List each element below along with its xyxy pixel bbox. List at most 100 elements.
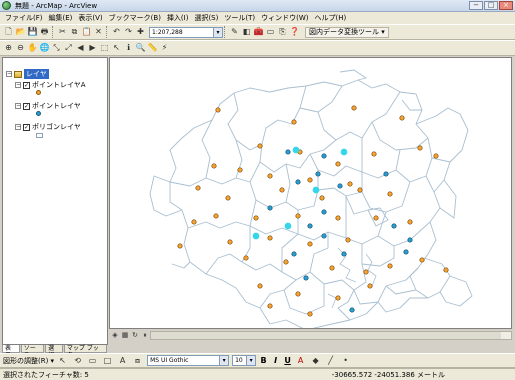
pause-drawing-icon[interactable]: ⏸ <box>141 331 149 339</box>
select-features-icon[interactable]: ⬚ <box>99 43 110 54</box>
fixed-zoom-out-icon[interactable]: ⤢ <box>63 43 74 54</box>
undo-icon[interactable]: ↶ <box>111 27 122 38</box>
find-icon[interactable]: 🔍 <box>135 43 146 54</box>
orange-point-feature[interactable] <box>191 219 197 225</box>
layer-symbol-row[interactable] <box>36 90 41 95</box>
copy-icon[interactable]: ⧉ <box>69 27 80 38</box>
orange-point-feature[interactable] <box>227 239 233 245</box>
close-button[interactable]: × <box>499 1 513 10</box>
underline-button[interactable]: U <box>283 356 292 365</box>
orange-point-feature[interactable] <box>419 257 425 263</box>
orange-point-feature[interactable] <box>433 153 439 159</box>
blue-point-feature[interactable] <box>321 209 327 215</box>
collapse-icon[interactable]: − <box>15 82 21 88</box>
chevron-down-icon[interactable]: ▾ <box>246 356 256 365</box>
menu-view[interactable]: 表示(V) <box>78 13 102 23</box>
orange-point-feature[interactable] <box>387 263 393 269</box>
zoom-in-icon[interactable]: ⊕ <box>3 43 14 54</box>
add-data-icon[interactable]: ✚ <box>135 27 146 38</box>
identify-icon[interactable]: ℹ <box>123 43 134 54</box>
orange-point-feature[interactable] <box>177 243 183 249</box>
text-icon[interactable]: A <box>117 355 128 366</box>
orange-point-feature[interactable] <box>335 161 341 167</box>
orange-point-feature[interactable] <box>211 163 217 169</box>
selected-point-feature[interactable] <box>284 222 292 230</box>
orange-point-feature[interactable] <box>225 195 231 201</box>
tab-selection[interactable]: 選択 <box>45 345 63 359</box>
blue-point-feature[interactable] <box>383 171 389 177</box>
edit-vertices-icon[interactable]: ⧈ <box>132 355 143 366</box>
select-elements-icon[interactable]: ↖ <box>111 43 122 54</box>
pan-icon[interactable]: ✋ <box>27 43 38 54</box>
collapse-icon[interactable]: − <box>15 103 21 109</box>
new-document-icon[interactable]: 🗋 <box>3 27 14 38</box>
menu-edit[interactable]: 編集(E) <box>49 13 73 23</box>
blue-point-feature[interactable] <box>341 251 347 257</box>
orange-point-feature[interactable] <box>307 177 313 183</box>
collapse-icon[interactable]: − <box>15 124 21 130</box>
whats-this-icon[interactable]: ❓ <box>289 27 300 38</box>
blue-point-feature[interactable] <box>337 183 343 189</box>
selected-point-feature[interactable] <box>292 146 300 154</box>
bold-button[interactable]: B <box>259 356 268 365</box>
blue-point-feature[interactable] <box>295 179 301 185</box>
blue-point-feature[interactable] <box>303 275 309 281</box>
catalog-icon[interactable]: ◧ <box>241 27 252 38</box>
blue-point-symbol-icon[interactable] <box>36 111 41 116</box>
orange-point-feature[interactable] <box>291 119 297 125</box>
menu-file[interactable]: ファイル(F) <box>5 13 43 23</box>
orange-point-feature[interactable] <box>267 173 273 179</box>
layer-name[interactable]: ポリゴンレイヤ <box>32 122 81 132</box>
orange-point-feature[interactable] <box>407 219 413 225</box>
orange-point-feature[interactable] <box>213 213 219 219</box>
blue-point-feature[interactable] <box>407 237 413 243</box>
layer-visibility-checkbox[interactable]: ✓ <box>23 123 30 131</box>
rectangle-icon[interactable]: □ <box>102 355 113 366</box>
menu-tools[interactable]: ツール(T) <box>224 13 255 23</box>
horizontal-scrollbar[interactable] <box>150 331 512 340</box>
font-size-combo[interactable]: 10 ▾ <box>232 355 257 366</box>
layer-visibility-checkbox[interactable]: ✓ <box>23 81 30 89</box>
polygon-symbol-icon[interactable] <box>36 133 43 138</box>
orange-point-feature[interactable] <box>279 187 285 193</box>
orange-point-feature[interactable] <box>329 265 335 271</box>
open-folder-icon[interactable]: 📂 <box>15 27 26 38</box>
georeferencing-tool-dropdown[interactable]: 図内データ変換ツール ▾ <box>305 26 389 38</box>
editor-icon[interactable]: ✎ <box>229 27 240 38</box>
data-frame-label[interactable]: レイヤ <box>24 69 49 79</box>
paste-icon[interactable]: 📋 <box>81 27 92 38</box>
orange-point-feature[interactable] <box>373 215 379 221</box>
orange-point-feature[interactable] <box>319 195 325 201</box>
orange-point-feature[interactable] <box>295 213 301 219</box>
drawing-menu[interactable]: 図形の調整(R) ▾ <box>3 356 54 366</box>
italic-button[interactable]: I <box>271 356 280 365</box>
blue-point-feature[interactable] <box>349 307 355 313</box>
blue-point-feature[interactable] <box>307 223 313 229</box>
hyperlink-icon[interactable]: ⚡ <box>159 43 170 54</box>
layer-symbol-row[interactable] <box>36 111 41 116</box>
line-color-icon[interactable]: ╱ <box>325 355 336 366</box>
blue-point-feature[interactable] <box>391 223 397 229</box>
blue-point-feature[interactable] <box>321 153 327 159</box>
orange-point-feature[interactable] <box>335 215 341 221</box>
orange-point-feature[interactable] <box>335 295 341 301</box>
toc-root-row[interactable]: − レイヤ <box>6 69 49 79</box>
blue-point-feature[interactable] <box>285 149 291 155</box>
orange-point-feature[interactable] <box>195 185 201 191</box>
data-view-icon[interactable]: ◈ <box>111 331 119 339</box>
orange-point-feature[interactable] <box>267 303 273 309</box>
orange-point-feature[interactable] <box>443 267 449 273</box>
redo-icon[interactable]: ↷ <box>123 27 134 38</box>
orange-point-feature[interactable] <box>267 235 273 241</box>
menu-insert[interactable]: 挿入(I) <box>167 13 189 23</box>
selected-point-feature[interactable] <box>340 148 348 156</box>
measure-icon[interactable]: 📏 <box>147 43 158 54</box>
command-line-icon[interactable]: ▭ <box>265 27 276 38</box>
maximize-button[interactable]: □ <box>484 1 498 10</box>
tab-display[interactable]: 表示 <box>2 345 20 359</box>
collapse-icon[interactable]: − <box>6 71 12 77</box>
menu-bookmarks[interactable]: ブックマーク(B) <box>109 13 161 23</box>
orange-point-feature[interactable] <box>363 269 369 275</box>
model-builder-icon[interactable]: ⎘ <box>277 27 288 38</box>
orange-point-feature[interactable] <box>295 291 301 297</box>
